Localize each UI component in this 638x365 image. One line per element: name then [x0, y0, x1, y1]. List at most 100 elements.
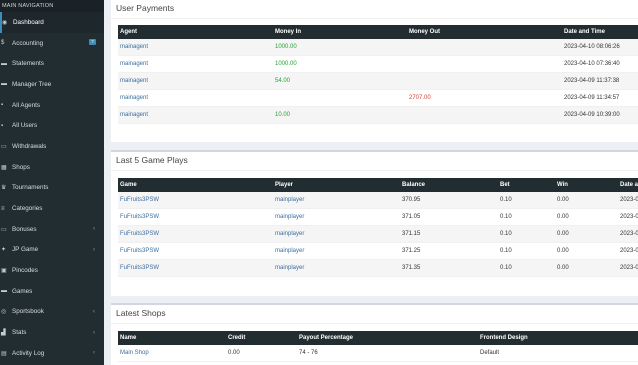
col-player: Player	[275, 182, 294, 188]
win-value: 0.00	[557, 197, 569, 203]
agent-link[interactable]: mainagent	[120, 73, 148, 90]
win-value: 0.00	[557, 231, 569, 237]
chart-icon: ▬	[1, 60, 7, 67]
win-value: 0.00	[557, 214, 569, 220]
agent-link[interactable]: mainagent	[120, 107, 148, 124]
users-icon: ▪	[1, 122, 4, 129]
play-date-value: 2023-0	[620, 265, 638, 271]
table-row: mainagent 10.00 2023-04-09 10:39:00	[118, 107, 638, 124]
bet-value: 0.10	[500, 265, 512, 271]
col-date: Date a	[620, 182, 638, 188]
game-link[interactable]: FuFruits3PSW	[120, 192, 159, 209]
latest-shops-table: Name Credit Payout Percentage Frontend D…	[118, 331, 638, 362]
sidebar-item-withdrawals[interactable]: ▭ Withdrawals	[0, 136, 104, 157]
date-time-value: 2023-04-10 08:06:26	[564, 44, 620, 50]
col-date-time: Date and Time	[564, 29, 605, 35]
sidebar-item-label: Dashboard	[13, 18, 44, 26]
col-balance: Balance	[402, 182, 426, 188]
table-row: mainagent 1000.00 2023-04-10 08:06:26	[118, 39, 638, 56]
play-date-value: 2023-0	[620, 231, 638, 237]
sidebar-item-activity-log[interactable]: ▤ Activity Log ‹	[0, 343, 104, 364]
player-link[interactable]: mainplayer	[275, 226, 304, 243]
sidebar-item-label: Tournaments	[12, 184, 49, 192]
stats-icon: ▟	[1, 330, 6, 337]
sidebar-item-dashboard[interactable]: ◉ Dashboard	[0, 12, 104, 33]
table-row: mainagent 1000.00 2023-04-10 07:36:40	[118, 56, 638, 73]
sidebar-item-statements[interactable]: ▬ Statements	[0, 53, 104, 74]
win-value: 0.00	[557, 248, 569, 254]
sidebar-item-games[interactable]: ▬ Games	[0, 281, 104, 302]
money-in-value: 1000.00	[275, 44, 297, 50]
table-header: Agent Money In Money Out Date and Time	[118, 25, 638, 39]
date-time-value: 2023-04-09 10:39:00	[564, 112, 620, 118]
game-link[interactable]: FuFruits3PSW	[120, 243, 159, 260]
jp-game-icon: ✦	[1, 247, 7, 254]
player-link[interactable]: mainplayer	[275, 243, 304, 260]
col-payout: Payout Percentage	[299, 335, 354, 341]
sidebar-item-accounting[interactable]: $ Accounting?	[0, 33, 104, 54]
date-time-value: 2023-04-09 11:34:57	[564, 95, 620, 101]
sidebar-item-categories[interactable]: ≡ Categories	[0, 198, 104, 219]
bet-value: 0.10	[500, 214, 512, 220]
bet-value: 0.10	[500, 248, 512, 254]
sidebar-item-stats[interactable]: ▟ Stats ‹	[0, 322, 104, 343]
money-in-value: 54.00	[275, 78, 291, 84]
shops-rows: Main Shop 0.00 74 - 76 Default	[118, 345, 638, 362]
sidebar-item-pincodes[interactable]: ▣ Pincodes	[0, 260, 104, 281]
player-link[interactable]: mainplayer	[275, 260, 304, 277]
money-out-value: 2707.00	[409, 95, 431, 101]
sidebar-item-label: Withdrawals	[12, 142, 47, 150]
player-link[interactable]: mainplayer	[275, 192, 304, 209]
game-plays-box: Last 5 Game Plays Game Player Balance Be…	[111, 150, 638, 296]
balance-value: 371.05	[402, 214, 421, 220]
game-link[interactable]: FuFruits3PSW	[120, 226, 159, 243]
sidebar-item-label: Pincodes	[12, 267, 38, 275]
pincode-icon: ▣	[1, 268, 7, 275]
nav-header: MAIN NAVIGATION	[0, 0, 104, 12]
agent-link[interactable]: mainagent	[120, 56, 148, 73]
col-frontend-design: Frontend Design	[480, 335, 528, 341]
sidebar-item-jp-game[interactable]: ✦ JP Game ‹	[0, 240, 104, 261]
sidebar-item-label: Activity Log	[12, 349, 45, 357]
sidebar-item-label: All Agents	[12, 101, 41, 109]
col-money-out: Money Out	[409, 29, 440, 35]
balance-value: 370.95	[402, 197, 421, 203]
col-credit: Credit	[228, 335, 246, 341]
sidebar-item-bonuses[interactable]: ▭ Bonuses ‹	[0, 219, 104, 240]
table-row: FuFruits3PSW mainplayer 371.25 0.10 0.00 2023…	[118, 243, 638, 260]
shop-name-link[interactable]: Main Shop	[120, 345, 149, 362]
player-link[interactable]: mainplayer	[275, 209, 304, 226]
play-date-value: 2023-0	[620, 248, 638, 254]
chevron-left-icon: ‹	[93, 350, 95, 357]
money-in-value: 1000.00	[275, 61, 297, 67]
date-time-value: 2023-04-09 11:37:38	[564, 78, 620, 84]
sidebar-item-shops[interactable]: ▦ Shops	[0, 157, 104, 178]
game-plays-title: Last 5 Game Plays	[111, 152, 638, 171]
trophy-icon: ♛	[1, 185, 7, 192]
shop-icon: ▦	[1, 164, 7, 171]
help-badge: ?	[89, 38, 96, 45]
payments-rows: mainagent 1000.00 2023-04-10 08:06:26 maina…	[118, 39, 638, 124]
money-in-value: 10.00	[275, 112, 291, 118]
bonus-icon: ▭	[1, 226, 7, 233]
agents-icon: ▪	[1, 102, 4, 109]
sidebar-item-all-users[interactable]: ▪ All Users	[0, 115, 104, 136]
sidebar-item-all-agents[interactable]: ▪ All Agents	[0, 95, 104, 116]
agent-link[interactable]: mainagent	[120, 39, 148, 56]
balance-value: 371.15	[402, 231, 421, 237]
table-row: FuFruits3PSW mainplayer 371.05 0.10 0.00 2023…	[118, 209, 638, 226]
game-link[interactable]: FuFruits3PSW	[120, 209, 159, 226]
sidebar-item-tournaments[interactable]: ♛ Tournaments	[0, 178, 104, 199]
sidebar: MAIN NAVIGATION ◉ Dashboard $ Accounting? ▬ S…	[0, 0, 104, 365]
game-link[interactable]: FuFruits3PSW	[120, 260, 159, 277]
table-row: FuFruits3PSW mainplayer 371.35 0.10 0.00 2023…	[118, 260, 638, 277]
sidebar-item-sportsbook[interactable]: ◎ Sportsbook ‹	[0, 302, 104, 323]
sidebar-item-manager-tree[interactable]: ▬ Manager Tree	[0, 74, 104, 95]
sidebar-item-label: Statements	[12, 60, 44, 68]
user-payments-box: User Payments Agent Money In Money Out D…	[111, 0, 638, 142]
balance-value: 371.25	[402, 248, 421, 254]
bet-value: 0.10	[500, 231, 512, 237]
play-date-value: 2023-0	[620, 197, 638, 203]
agent-link[interactable]: mainagent	[120, 90, 148, 107]
game-plays-table: Game Player Balance Bet Win Date a FuFru…	[118, 178, 638, 277]
